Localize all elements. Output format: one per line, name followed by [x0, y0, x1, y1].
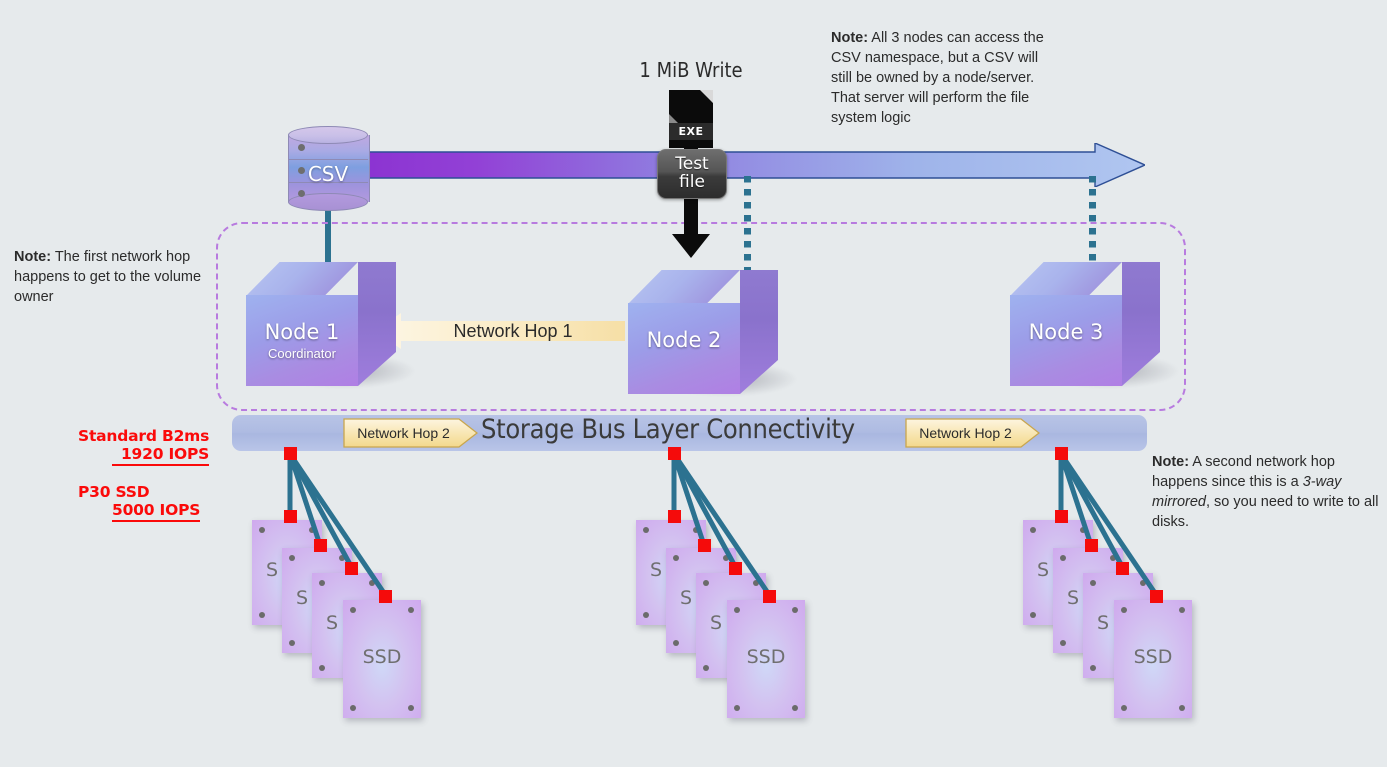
note-left-lead: Note:: [14, 249, 52, 265]
node-1-top-face: [246, 262, 358, 296]
bus-connector-node-1: [284, 447, 297, 460]
perf-annotation-disk: P30 SSD 5000 IOPS: [78, 483, 200, 522]
node-2-label: Node 2: [646, 328, 722, 352]
csv-indicator-dot-1: [298, 144, 305, 151]
csv-namespace-arrow: [329, 141, 1147, 189]
ssd-stack-1: S S S SSD: [240, 440, 490, 718]
ssd-connector-1-2: [314, 539, 327, 552]
node-2-cube[interactable]: Node 2: [628, 270, 796, 404]
note-top-right: Note: All 3 nodes can access the CSV nam…: [831, 28, 1063, 128]
csv-label: CSV: [307, 162, 349, 186]
csv-cylinder-top: [288, 126, 368, 144]
node-3-top-face: [1010, 262, 1122, 296]
note-left: Note: The first network hop happens to g…: [14, 247, 214, 307]
diagram-canvas: Note: All 3 nodes can access the CSV nam…: [0, 0, 1387, 767]
note-top-right-lead: Note:: [831, 30, 869, 46]
perf-annotation-vm: Standard B2ms 1920 IOPS: [78, 427, 209, 466]
node-3-label: Node 3: [1028, 320, 1104, 344]
exe-file-icon: EXE: [669, 90, 713, 148]
ssd-connector-2-3: [729, 562, 742, 575]
ssd-connector-2-1: [668, 510, 681, 523]
ssd-connector-1-3: [345, 562, 358, 575]
perf-annotation-disk-value: 5000 IOPS: [112, 501, 200, 522]
network-hop-1-arrow: Network Hop 1: [375, 313, 625, 349]
bus-connector-node-2: [668, 447, 681, 460]
node-1-label: Node 1: [264, 320, 340, 344]
node-1-cube[interactable]: Node 1 Coordinator: [246, 262, 414, 396]
ssd-stack-2: S S S SSD: [624, 440, 874, 718]
test-file-label: Test file: [657, 149, 727, 199]
ssd-connector-1-4: [379, 590, 392, 603]
csv-segment-line-1: [288, 159, 368, 160]
ssd-connector-3-2: [1085, 539, 1098, 552]
write-size-label: 1 MiB Write: [639, 58, 743, 82]
ssd-connector-3-3: [1116, 562, 1129, 575]
csv-indicator-dot-3: [298, 190, 305, 197]
ssd-stack-3: S S S SSD: [1011, 440, 1261, 718]
bus-connector-node-3: [1055, 447, 1068, 460]
exe-badge-label: EXE: [669, 123, 713, 140]
perf-annotation-vm-label: Standard B2ms: [78, 427, 210, 445]
ssd-connector-3-4: [1150, 590, 1163, 603]
ssd-connector-2-2: [698, 539, 711, 552]
ssd-connector-2-4: [763, 590, 776, 603]
perf-annotation-vm-value: 1920 IOPS: [112, 445, 209, 466]
node-3-cube[interactable]: Node 3: [1010, 262, 1178, 396]
csv-volume-icon: CSV: [288, 126, 370, 218]
perf-annotation-disk-label: P30 SSD: [78, 483, 150, 501]
node-1-role-label: Coordinator: [268, 346, 336, 361]
node-2-top-face: [628, 270, 740, 304]
ssd-connector-3-1: [1055, 510, 1068, 523]
test-file-line-2: file: [679, 172, 705, 192]
ssd-connector-1-1: [284, 510, 297, 523]
network-hop-1-label: Network Hop 1: [453, 320, 573, 341]
